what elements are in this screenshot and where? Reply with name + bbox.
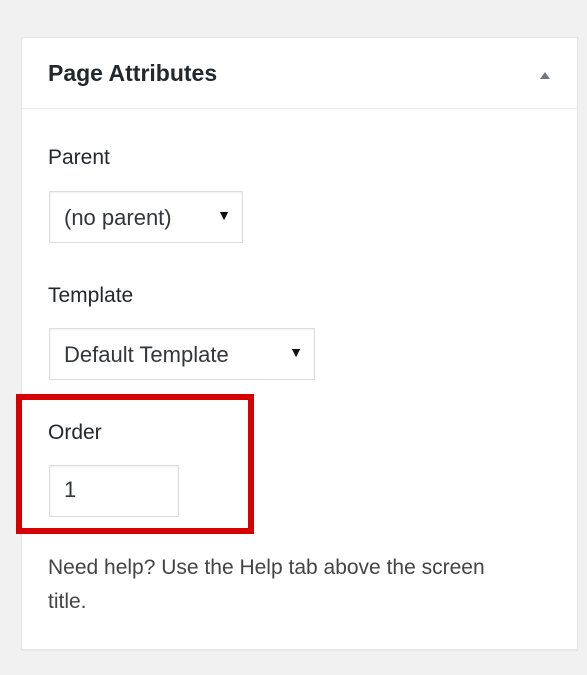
parent-select-value: (no parent) <box>64 205 172 230</box>
parent-label: Parent <box>48 146 110 169</box>
chevron-down-icon: ▼ <box>289 344 303 360</box>
page-attributes-panel: Page Attributes Parent (no parent) ▼ Tem… <box>21 37 578 650</box>
panel-title: Page Attributes <box>48 60 218 86</box>
order-input[interactable]: 1 <box>49 465 179 517</box>
parent-select[interactable]: (no parent) ▼ <box>49 191 243 243</box>
template-select-value: Default Template <box>64 342 229 367</box>
template-select[interactable]: Default Template ▼ <box>49 328 315 380</box>
order-label: Order <box>48 421 102 444</box>
help-text: Need help? Use the Help tab above the sc… <box>48 556 485 613</box>
triangle-up-icon <box>540 72 550 79</box>
collapse-toggle-button[interactable] <box>535 65 555 85</box>
panel-header[interactable]: Page Attributes <box>22 38 577 109</box>
template-label: Template <box>48 284 134 307</box>
chevron-down-icon: ▼ <box>217 207 231 223</box>
